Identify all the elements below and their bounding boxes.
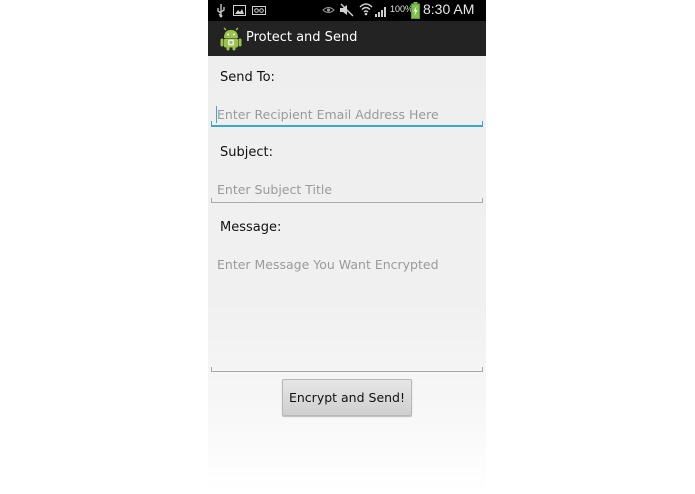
battery-charging-icon [411, 2, 420, 19]
send-to-label: Send To: [220, 70, 275, 85]
input-underline-end [211, 121, 212, 126]
message-placeholder: Enter Message You Want Encrypted [217, 257, 439, 272]
input-underline-end [482, 121, 483, 126]
input-underline-end [211, 198, 212, 203]
input-underline [211, 371, 483, 372]
message-input[interactable]: Enter Message You Want Encrypted [211, 250, 483, 373]
status-bar: 100% 8:30 AM [208, 0, 486, 21]
input-underline-end [211, 367, 212, 372]
system-icons: 100% 8:30 AM [322, 0, 482, 21]
input-underline [211, 202, 483, 203]
phone-screen: 100% 8:30 AM Protect and Send Send To: E… [208, 0, 486, 494]
usb-icon [217, 4, 225, 18]
input-underline-end [482, 367, 483, 372]
wifi-icon [359, 3, 373, 16]
input-underline-end [482, 198, 483, 203]
battery-percent: 100% [390, 4, 414, 14]
eye-icon [322, 7, 335, 13]
clock: 8:30 AM [423, 1, 475, 17]
voicemail-icon [252, 6, 266, 15]
action-bar: Protect and Send [208, 21, 486, 56]
signal-icon [375, 7, 386, 17]
message-label: Message: [220, 220, 282, 235]
gallery-icon [233, 5, 246, 16]
android-app-icon [220, 27, 242, 51]
subject-label: Subject: [220, 145, 273, 160]
app-title: Protect and Send [246, 30, 358, 45]
input-underline [211, 125, 483, 127]
recipient-email-placeholder: Enter Recipient Email Address Here [217, 107, 439, 122]
subject-placeholder: Enter Subject Title [217, 182, 333, 197]
encrypt-and-send-button[interactable]: Encrypt and Send! [282, 379, 412, 416]
mute-icon [340, 3, 354, 17]
subject-input[interactable]: Enter Subject Title [211, 175, 483, 204]
recipient-email-input[interactable]: Enter Recipient Email Address Here [211, 100, 483, 130]
encrypt-and-send-label: Encrypt and Send! [288, 390, 406, 405]
